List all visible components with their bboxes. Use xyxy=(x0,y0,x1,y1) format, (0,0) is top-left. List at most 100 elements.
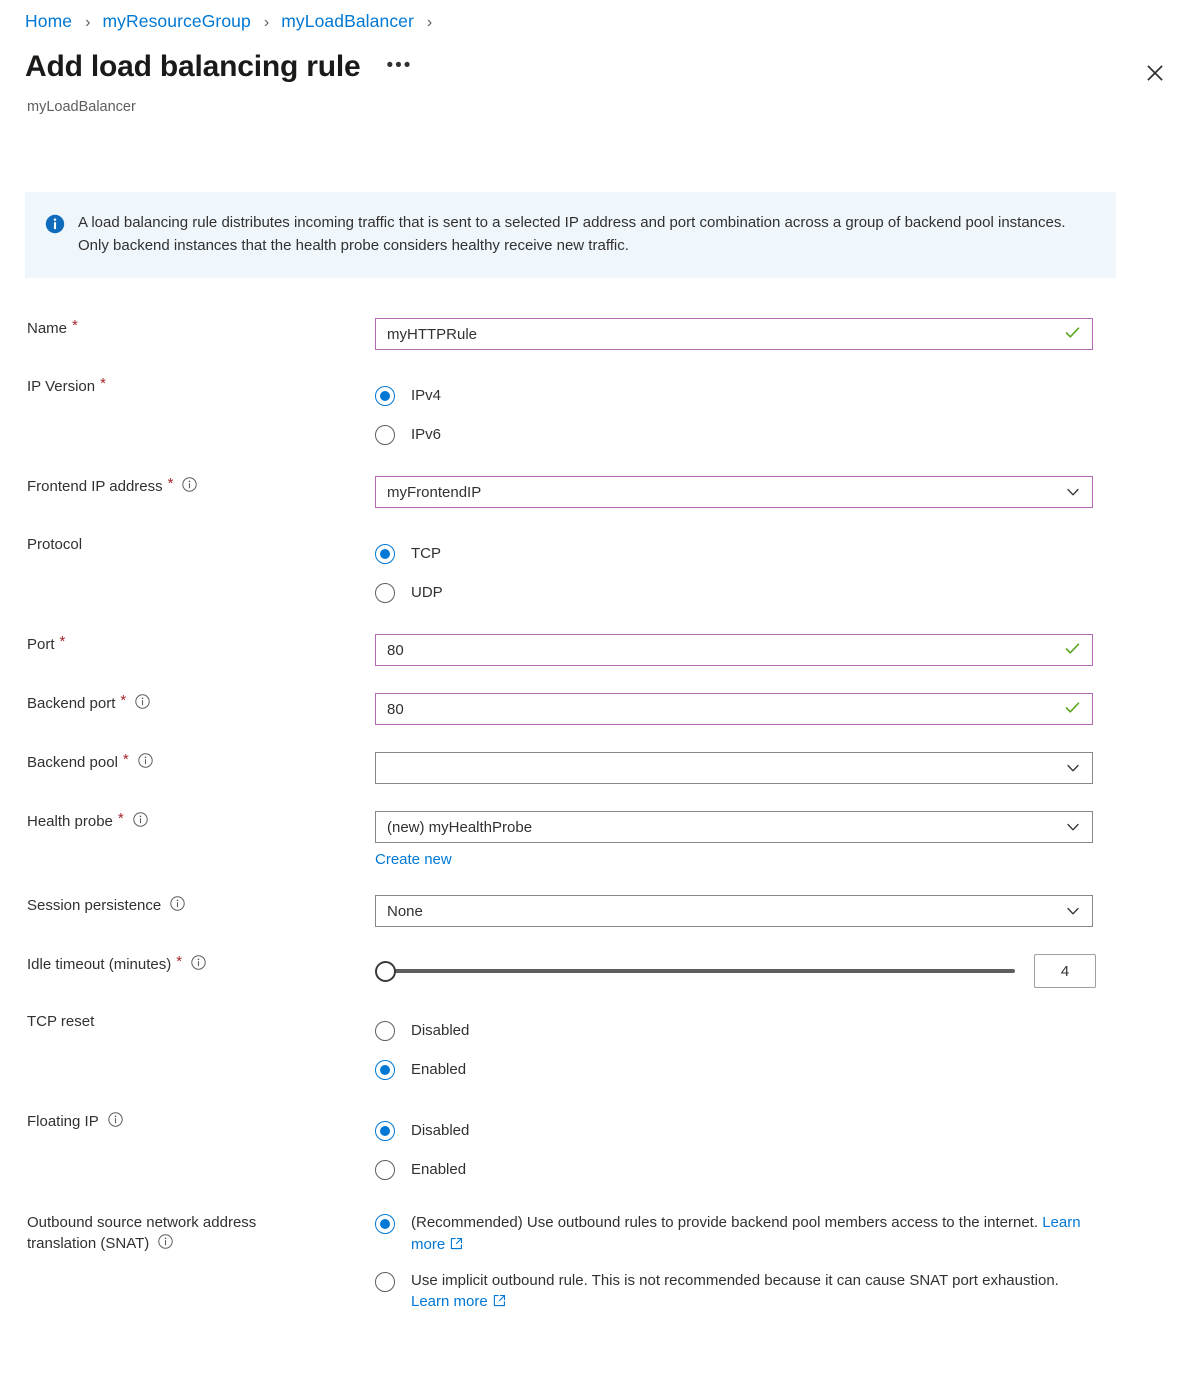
backend-port-input[interactable]: 80 xyxy=(375,693,1093,725)
session-persistence-dropdown[interactable]: None xyxy=(375,895,1093,927)
radio-indicator xyxy=(375,1059,395,1080)
required-asterisk: * xyxy=(100,375,106,392)
breadcrumb-item-home[interactable]: Home xyxy=(25,11,72,31)
label-frontend-ip: Frontend IP address * xyxy=(0,476,375,508)
radio-floating-ip-enabled[interactable]: Enabled xyxy=(375,1150,1200,1189)
radio-indicator xyxy=(375,1214,395,1234)
radio-ipv4[interactable]: IPv4 xyxy=(375,376,1200,415)
port-input[interactable]: 80 xyxy=(375,634,1093,666)
radio-indicator xyxy=(375,1159,395,1180)
protocol-radio-group: TCP UDP xyxy=(375,534,1200,612)
radio-udp[interactable]: UDP xyxy=(375,573,1200,612)
valid-check-icon xyxy=(1064,640,1081,661)
idle-timeout-value-input[interactable]: 4 xyxy=(1034,954,1096,988)
info-icon xyxy=(45,214,65,239)
close-button[interactable] xyxy=(1140,58,1170,88)
info-icon[interactable] xyxy=(170,896,185,917)
breadcrumb-separator-icon: › xyxy=(263,14,270,31)
valid-check-icon xyxy=(1064,324,1081,345)
radio-tcp-reset-disabled[interactable]: Disabled xyxy=(375,1011,1200,1050)
info-icon[interactable] xyxy=(138,753,153,774)
required-asterisk: * xyxy=(167,475,174,492)
info-icon[interactable] xyxy=(182,477,198,498)
field-row-backend-port: Backend port * 80 xyxy=(0,693,1200,725)
field-row-floating-ip: Floating IP Disabled Enabled xyxy=(0,1111,1200,1189)
required-asterisk: * xyxy=(122,751,129,768)
slider-thumb[interactable] xyxy=(375,960,396,982)
chevron-down-icon xyxy=(1065,819,1081,835)
field-row-health-probe: Health probe * (new) myHealthProbe Creat… xyxy=(0,811,1200,869)
required-asterisk: * xyxy=(176,953,183,970)
field-row-session-persistence: Session persistence None xyxy=(0,895,1200,927)
breadcrumb-separator-icon: › xyxy=(426,14,433,31)
port-input-value: 80 xyxy=(387,641,404,659)
breadcrumb-item-resource-group[interactable]: myResourceGroup xyxy=(102,11,250,31)
label-health-probe: Health probe * xyxy=(0,811,375,869)
idle-timeout-value: 4 xyxy=(1060,962,1070,980)
chevron-down-icon xyxy=(1065,903,1081,919)
field-row-protocol: Protocol TCP UDP xyxy=(0,534,1200,612)
info-icon[interactable] xyxy=(158,1234,173,1255)
field-row-snat: Outbound source network address translat… xyxy=(0,1212,1200,1327)
external-link-icon xyxy=(493,1294,506,1311)
tcp-reset-radio-group: Disabled Enabled xyxy=(375,1011,1200,1089)
info-icon[interactable] xyxy=(133,812,148,833)
info-icon[interactable] xyxy=(108,1112,123,1133)
snat-option-recommended-text: (Recommended) Use outbound rules to prov… xyxy=(411,1214,1081,1254)
health-probe-dropdown[interactable]: (new) myHealthProbe xyxy=(375,811,1093,843)
radio-indicator xyxy=(375,543,395,564)
backend-port-input-value: 80 xyxy=(387,700,404,718)
info-icon[interactable] xyxy=(191,955,206,976)
snat-option-implicit-text: Use implicit outbound rule. This is not … xyxy=(411,1271,1059,1311)
more-options-button[interactable]: ••• xyxy=(386,56,412,75)
radio-indicator xyxy=(375,1020,395,1041)
external-link-icon xyxy=(450,1237,463,1254)
field-row-backend-pool: Backend pool * xyxy=(0,752,1200,784)
field-row-port: Port * 80 xyxy=(0,634,1200,666)
field-row-frontend-ip: Frontend IP address * myFrontendIP xyxy=(0,476,1200,508)
required-asterisk: * xyxy=(59,633,66,650)
radio-snat-implicit-outbound[interactable]: Use implicit outbound rule. This is not … xyxy=(375,1270,1200,1314)
breadcrumb: Home › myResourceGroup › myLoadBalancer … xyxy=(25,11,439,32)
breadcrumb-item-load-balancer[interactable]: myLoadBalancer xyxy=(281,11,414,31)
radio-tcp-reset-enabled[interactable]: Enabled xyxy=(375,1050,1200,1089)
valid-check-icon xyxy=(1064,699,1081,720)
field-row-ip-version: IP Version * IPv4 IPv6 xyxy=(0,376,1200,454)
learn-more-link[interactable]: Learn more xyxy=(411,1293,488,1310)
label-floating-ip: Floating IP xyxy=(0,1111,375,1189)
slider-track xyxy=(386,969,1015,973)
radio-floating-ip-disabled[interactable]: Disabled xyxy=(375,1111,1200,1150)
chevron-down-icon xyxy=(1065,484,1081,500)
title-row: Add load balancing rule ••• xyxy=(25,52,412,82)
field-row-name: Name * myHTTPRule xyxy=(0,318,1200,350)
radio-ipv6[interactable]: IPv6 xyxy=(375,415,1200,454)
chevron-down-icon xyxy=(1065,760,1081,776)
close-icon xyxy=(1147,65,1163,81)
breadcrumb-separator-icon: › xyxy=(85,14,91,31)
backend-pool-dropdown[interactable] xyxy=(375,752,1093,784)
field-row-tcp-reset: TCP reset Disabled Enabled xyxy=(0,1011,1200,1089)
required-asterisk: * xyxy=(120,692,127,709)
label-session-persistence: Session persistence xyxy=(0,895,375,927)
radio-indicator xyxy=(375,424,395,445)
health-probe-value: (new) myHealthProbe xyxy=(387,818,533,836)
label-port: Port * xyxy=(27,633,66,653)
radio-indicator xyxy=(375,1120,395,1141)
label-idle-timeout: Idle timeout (minutes) * xyxy=(0,954,375,988)
label-ip-version: IP Version * xyxy=(27,375,106,395)
radio-snat-outbound-rules[interactable]: (Recommended) Use outbound rules to prov… xyxy=(375,1212,1200,1256)
name-input[interactable]: myHTTPRule xyxy=(375,318,1093,350)
info-banner: A load balancing rule distributes incomi… xyxy=(25,192,1116,278)
create-new-health-probe-link[interactable]: Create new xyxy=(375,851,452,868)
ip-version-radio-group: IPv4 IPv6 xyxy=(375,376,1200,454)
idle-timeout-slider[interactable] xyxy=(375,960,1015,982)
info-icon[interactable] xyxy=(135,694,150,715)
radio-indicator xyxy=(375,1271,395,1292)
label-tcp-reset: TCP reset xyxy=(27,1013,95,1030)
required-asterisk: * xyxy=(72,317,78,334)
radio-indicator xyxy=(375,582,395,603)
radio-tcp[interactable]: TCP xyxy=(375,534,1200,573)
frontend-ip-dropdown[interactable]: myFrontendIP xyxy=(375,476,1093,508)
label-backend-port: Backend port * xyxy=(0,693,375,725)
label-name: Name * xyxy=(27,317,78,337)
